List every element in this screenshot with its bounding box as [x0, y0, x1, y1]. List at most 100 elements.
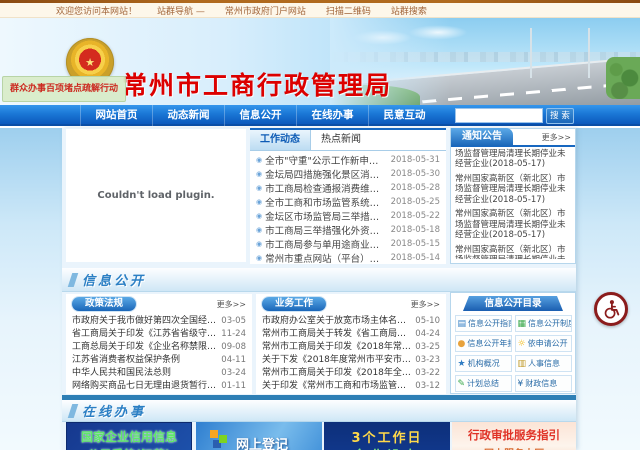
notice-list: 常州国家高新区（新北区）市场监督管理局清理长期停业未经营企业(2018-05-1… [455, 147, 571, 259]
directory-item-icon: ● [457, 338, 466, 349]
band-notch [67, 272, 79, 287]
search-input[interactable] [455, 108, 543, 123]
business-item[interactable]: 常州市工商局关于转发《省工商局关于印发<全省工商局 04-24 [262, 328, 440, 341]
tab-notices[interactable]: 通知公告 [451, 128, 513, 146]
business-item-title: 关于印发《常州市工商和市场监管部门个体私营企业 [262, 381, 412, 391]
notice-item[interactable]: 常州国家高新区（新北区）市场监督管理局清理长期停业未经营企业(2018-05-1… [455, 209, 571, 241]
news-item[interactable]: ◉ 金坛局四措施强化景区消费维权工作 2018-05-30 [256, 167, 440, 181]
business-item[interactable]: 关于印发《常州市工商和市场监管部门个体私营企业 03-12 [262, 380, 440, 393]
directory-button[interactable]: ★ 机构概况 [454, 355, 512, 372]
business-item-title: 市政府办公室关于放宽市场主体名称和登记条件实行名称 [262, 316, 411, 326]
directory-button[interactable]: ● 信息公开年报 [454, 335, 512, 352]
business-list: 市政府办公室关于放宽市场主体名称和登记条件实行名称 05-10 常州市工商局关于… [256, 314, 446, 393]
notice-item[interactable]: 常州国家高新区（新北区）市场监督管理局清理长期停业未经营企业(2018-05-1… [455, 147, 571, 170]
directory-button[interactable]: ▦ 信息公开制度 [514, 315, 572, 332]
tab-hot-news[interactable]: 热点新闻 [311, 130, 371, 150]
topbar-link[interactable]: 扫描二维码 [326, 4, 371, 17]
policy-more-link[interactable]: 更多>> [217, 299, 246, 310]
news-date: 2018-05-31 [390, 155, 440, 165]
directory-item-icon: ▦ [517, 318, 527, 329]
directory-item-icon: ★ [457, 358, 466, 369]
news-title: 全市工商和市场监管系统消费维权工作 [265, 198, 386, 209]
topbar-link[interactable]: 常州市政府门户网站 [225, 4, 306, 17]
banner-line1: 行政审批服务指引 [468, 428, 560, 442]
policy-item[interactable]: 省工商局关于印发《江苏省省级守合同重信用企业公示 11-24 [72, 328, 246, 341]
directory-grid: ▤ 信息公开指南 ▦ 信息公开制度 ● 信息公开年报 ☼ 依申请公开 ★ 机构概… [451, 315, 575, 392]
policy-item[interactable]: 网络购买商品七日无理由退货暂行办法 01-11 [72, 380, 246, 393]
business-item[interactable]: 常州市工商局关于印发《2018年常州市工商和市场监管 03-25 [262, 341, 440, 354]
notice-panel: 通知公告 更多>> 常州国家高新区（新北区）市场监督管理局清理长期停业未经营企业… [450, 128, 576, 264]
business-more-link[interactable]: 更多>> [411, 299, 440, 310]
section-title-info: 信息公开 [82, 274, 147, 289]
search-button[interactable]: 搜 索 [546, 108, 574, 124]
news-tabs: 工作动态 热点新闻 [250, 130, 446, 151]
campaign-float-banner[interactable]: 群众办事百项堵点疏解行动 [2, 76, 126, 102]
site-header: ★ 常州市工商行政管理局 群众办事百项堵点疏解行动 [0, 18, 640, 105]
news-date: 2018-05-28 [390, 183, 440, 193]
news-title: 金坛区市场监管局三举措推进"个转企" [265, 212, 387, 223]
news-date: 2018-05-18 [390, 225, 440, 235]
list-bullet-icon: ◉ [256, 156, 263, 164]
directory-item-label: 人事信息 [528, 359, 561, 368]
policy-item-title: 市政府关于我市做好第四次全国经济普查工作的通知 [72, 316, 217, 326]
business-item-date: 03-12 [415, 381, 440, 391]
policy-item-title: 工商总局关于印发《企业名称禁限用规则》《企业名称 [72, 342, 217, 352]
banner-3-workdays[interactable]: 3个工作日 企业设立 [324, 422, 450, 450]
directory-panel: 信息公开目录 ▤ 信息公开指南 ▦ 信息公开制度 ● 信息公开年报 ☼ 依申请公… [450, 292, 576, 394]
accessibility-widget[interactable] [594, 292, 628, 326]
news-item[interactable]: ◉ 全市工商和市场监管系统消费维权工作 2018-05-25 [256, 195, 440, 209]
policy-item-date: 03-05 [221, 316, 246, 326]
policy-item-title: 江苏省消费者权益保护条例 [72, 355, 181, 365]
directory-button[interactable]: ☼ 依申请公开 [514, 335, 572, 352]
banner-line1: 3个工作日 [351, 431, 423, 446]
policy-item[interactable]: 市政府关于我市做好第四次全国经济普查工作的通知 03-05 [72, 315, 246, 328]
section-title-online: 在线办事 [82, 405, 147, 420]
nav-items: 网站首页 动态新闻 信息公开 在线办事 民意互动 [80, 105, 440, 126]
notices-more-link[interactable]: 更多>> [542, 132, 571, 143]
nav-item[interactable]: 动态新闻 [152, 105, 224, 126]
list-bullet-icon: ◉ [256, 170, 263, 178]
list-bullet-icon: ◉ [256, 254, 263, 262]
nav-item[interactable]: 网站首页 [80, 105, 152, 126]
nav-item[interactable]: 信息公开 [224, 105, 296, 126]
banner-credit-info-system[interactable]: 国家企业信用信息 公示系统(江苏) [66, 422, 192, 450]
topbar-link[interactable]: 站群搜索 [391, 4, 427, 17]
topbar-link[interactable]: 欢迎您访问本网站！ [56, 4, 137, 17]
news-item[interactable]: ◉ 金坛区市场监管局三举措推进"个转企" 2018-05-22 [256, 209, 440, 223]
list-bullet-icon: ◉ [256, 212, 263, 220]
directory-button[interactable]: ¥ 财政信息 [514, 375, 572, 392]
banner-online-registration[interactable]: 网上登记 [196, 422, 322, 450]
directory-item-icon: ✎ [457, 378, 466, 389]
emblem-star-icon: ★ [85, 55, 95, 69]
policy-item[interactable]: 工商总局关于印发《企业名称禁限用规则》《企业名称 09-08 [72, 341, 246, 354]
news-item[interactable]: ◉ 全市"守重"公示工作新申报企业培训 2018-05-31 [256, 153, 440, 167]
policy-title: 政策法规 [72, 297, 136, 311]
directory-button[interactable]: ▥ 人事信息 [514, 355, 572, 372]
news-item[interactable]: ◉ 市工商局参与单用途商业预付卡专项检 2018-05-15 [256, 237, 440, 251]
notice-scroll-area: 常州国家高新区（新北区）市场监督管理局清理长期停业未经营企业(2018-05-1… [451, 147, 575, 259]
business-item[interactable]: 市政府办公室关于放宽市场主体名称和登记条件实行名称 05-10 [262, 315, 440, 328]
notice-item[interactable]: 常州国家高新区（新北区）市场监督管理局清理长期停业未经营企业(2018-05-1… [455, 174, 571, 206]
news-item[interactable]: ◉ 市工商局三举措强化外资企业监管与服 2018-05-18 [256, 223, 440, 237]
business-item[interactable]: 常州市工商局关于印发《2018年全市网络交易监管工作 03-22 [262, 367, 440, 380]
section-band-info: 信息公开 [62, 268, 576, 292]
plugin-error-text: Couldn't load plugin. [97, 190, 215, 201]
policy-item[interactable]: 江苏省消费者权益保护条例 04-11 [72, 354, 246, 367]
directory-title: 信息公开目录 [463, 296, 563, 311]
news-item[interactable]: ◉ 市工商局检查通报消费维权工作优化消 2018-05-28 [256, 181, 440, 195]
directory-button[interactable]: ▤ 信息公开指南 [454, 315, 512, 332]
directory-button[interactable]: ✎ 计划总结 [454, 375, 512, 392]
notice-item[interactable]: 常州国家高新区（新北区）市场监督管理局清理长期停业未经营企业(2018-05-1… [455, 245, 571, 260]
tab-work-trends[interactable]: 工作动态 [250, 130, 311, 150]
policy-item[interactable]: 中华人民共和国民法总则 03-24 [72, 367, 246, 380]
business-item[interactable]: 关于下发《2018年度常州市平安市场创建活动工作方案 03-23 [262, 354, 440, 367]
policy-item-title: 省工商局关于印发《江苏省省级守合同重信用企业公示 [72, 329, 217, 339]
nav-item[interactable]: 在线办事 [296, 105, 368, 126]
topbar-link[interactable]: 站群导航 — [157, 4, 205, 17]
business-item-title: 常州市工商局关于印发《2018年常州市工商和市场监管 [262, 342, 411, 352]
news-item[interactable]: ◉ 常州市重点网站（平台）和微信公众号 2018-05-14 [256, 251, 440, 265]
video-plugin-area[interactable]: Couldn't load plugin. [66, 129, 246, 262]
banner-approval-service-guide[interactable]: 行政审批服务指引 网上服务大厅 [452, 422, 576, 450]
nav-item[interactable]: 民意互动 [368, 105, 440, 126]
news-date: 2018-05-30 [390, 169, 440, 179]
